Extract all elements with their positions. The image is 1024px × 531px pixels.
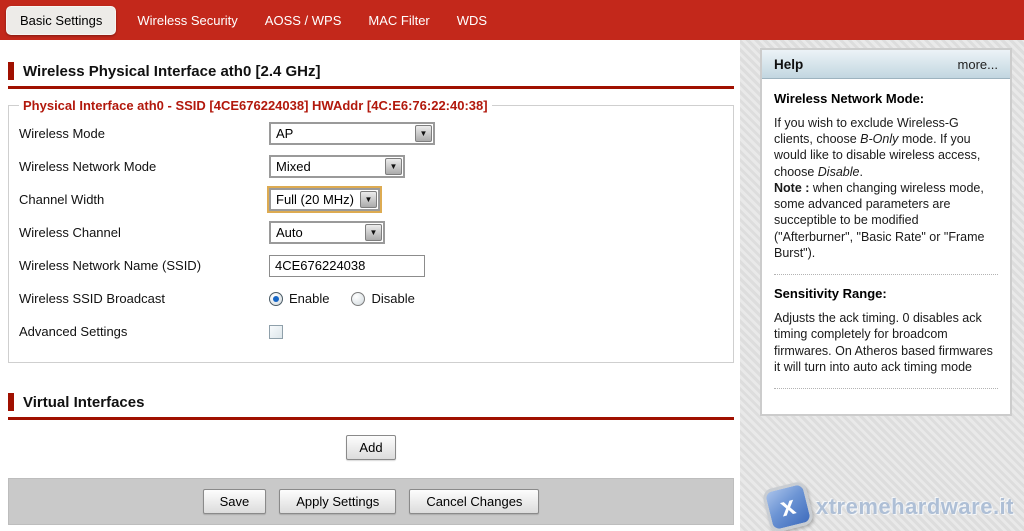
dropdown-arrow-icon[interactable]: ▼: [360, 191, 377, 208]
help-section2-heading: Sensitivity Range:: [774, 286, 998, 303]
dropdown-arrow-icon[interactable]: ▼: [365, 224, 382, 241]
wireless-mode-row: Wireless Mode AP ▼: [19, 117, 723, 150]
wireless-network-mode-value: Mixed: [271, 157, 384, 176]
tab-wds[interactable]: WDS: [451, 7, 493, 34]
advanced-settings-checkbox[interactable]: [269, 325, 283, 339]
section-divider: [8, 417, 734, 420]
apply-settings-button[interactable]: Apply Settings: [279, 489, 396, 514]
wireless-channel-row: Wireless Channel Auto ▼: [19, 216, 723, 249]
help-section2-text: Adjusts the ack timing. 0 disables ack t…: [774, 310, 998, 375]
page-title: Wireless Physical Interface ath0 [2.4 GH…: [23, 63, 321, 80]
ssid-label: Wireless Network Name (SSID): [19, 258, 269, 273]
wireless-network-mode-row: Wireless Network Mode Mixed ▼: [19, 150, 723, 183]
wireless-channel-select[interactable]: Auto ▼: [269, 221, 385, 244]
channel-width-select[interactable]: Full (20 MHz) ▼: [269, 188, 380, 211]
ssid-input[interactable]: [269, 255, 425, 277]
wireless-network-mode-label: Wireless Network Mode: [19, 159, 269, 174]
enable-radio-label: Enable: [289, 291, 329, 306]
tab-mac-filter[interactable]: MAC Filter: [362, 7, 435, 34]
xtremehardware-logo-icon: x: [761, 480, 814, 531]
wireless-mode-select[interactable]: AP ▼: [269, 122, 435, 145]
wireless-mode-value: AP: [271, 124, 414, 143]
help-section1-heading: Wireless Network Mode:: [774, 91, 998, 108]
wireless-channel-label: Wireless Channel: [19, 225, 269, 240]
help-body: Wireless Network Mode: If you wish to ex…: [762, 79, 1010, 414]
section-accent-bar: [8, 393, 14, 411]
help-title: Help: [774, 57, 803, 72]
channel-width-row: Channel Width Full (20 MHz) ▼: [19, 183, 723, 216]
help-divider: [774, 388, 998, 389]
top-nav-bar: Basic Settings Wireless Security AOSS / …: [0, 0, 1024, 40]
help-more-link[interactable]: more...: [958, 57, 998, 72]
wireless-mode-label: Wireless Mode: [19, 126, 269, 141]
help-header: Help more...: [762, 50, 1010, 79]
add-button[interactable]: Add: [346, 435, 395, 460]
dropdown-arrow-icon[interactable]: ▼: [385, 158, 402, 175]
wireless-network-mode-select[interactable]: Mixed ▼: [269, 155, 405, 178]
disable-radio-label: Disable: [371, 291, 414, 306]
watermark-text: xtremehardware.it: [816, 494, 1014, 520]
physical-interface-fieldset: Physical Interface ath0 - SSID [4CE67622…: [8, 98, 734, 363]
action-button-bar: Save Apply Settings Cancel Changes: [8, 478, 734, 525]
dropdown-arrow-icon[interactable]: ▼: [415, 125, 432, 142]
tab-wireless-security[interactable]: Wireless Security: [131, 7, 243, 34]
cancel-changes-button[interactable]: Cancel Changes: [409, 489, 539, 514]
router-config-page: Basic Settings Wireless Security AOSS / …: [0, 0, 1024, 531]
help-sidebar: Help more... Wireless Network Mode: If y…: [740, 40, 1024, 531]
advanced-settings-label: Advanced Settings: [19, 324, 269, 339]
channel-width-label: Channel Width: [19, 192, 269, 207]
save-button[interactable]: Save: [203, 489, 267, 514]
ssid-row: Wireless Network Name (SSID): [19, 249, 723, 282]
help-panel: Help more... Wireless Network Mode: If y…: [760, 48, 1012, 416]
section-accent-bar: [8, 62, 14, 80]
ssid-broadcast-enable-radio[interactable]: [269, 292, 283, 306]
watermark: x xtremehardware.it: [766, 485, 1014, 529]
tab-aoss-wps[interactable]: AOSS / WPS: [259, 7, 348, 34]
ssid-broadcast-row: Wireless SSID Broadcast Enable Disable: [19, 282, 723, 315]
main-panel: Wireless Physical Interface ath0 [2.4 GH…: [0, 40, 740, 531]
channel-width-value: Full (20 MHz): [271, 190, 359, 209]
ssid-broadcast-disable-radio[interactable]: [351, 292, 365, 306]
tab-basic-settings[interactable]: Basic Settings: [6, 6, 116, 35]
help-section1-text: If you wish to exclude Wireless-G client…: [774, 115, 998, 261]
section-header-virtual-interfaces: Virtual Interfaces: [8, 393, 734, 411]
section-divider: [8, 86, 734, 89]
section-header-physical-interface: Wireless Physical Interface ath0 [2.4 GH…: [8, 62, 734, 80]
advanced-settings-row: Advanced Settings: [19, 315, 723, 348]
ssid-broadcast-label: Wireless SSID Broadcast: [19, 291, 269, 306]
help-divider: [774, 274, 998, 275]
fieldset-legend: Physical Interface ath0 - SSID [4CE67622…: [19, 98, 492, 113]
wireless-channel-value: Auto: [271, 223, 364, 242]
virtual-interfaces-title: Virtual Interfaces: [23, 394, 144, 411]
